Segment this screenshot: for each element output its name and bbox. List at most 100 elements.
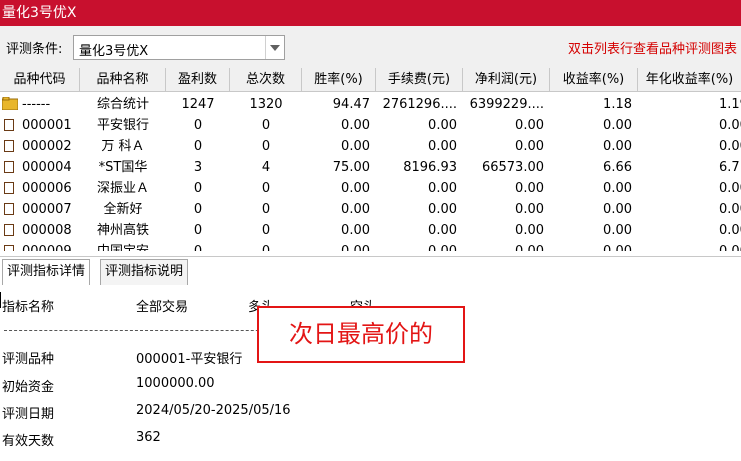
row-fee: 0.00 <box>428 202 457 217</box>
row-name: 平安银行 <box>96 118 149 133</box>
row-total: 0 <box>261 223 271 238</box>
row-name: 深振业Ａ <box>96 181 149 196</box>
row-return: 0.00 <box>603 139 632 154</box>
row-code: 000007 <box>22 202 72 217</box>
row-name: 综合统计 <box>96 97 149 112</box>
row-code: 000006 <box>22 181 72 196</box>
row-winrate: 75.00 <box>332 160 370 175</box>
row-total: 1320 <box>249 97 283 112</box>
tab-indicator-explanation[interactable]: 评测指标说明 <box>100 259 189 285</box>
row-fee: 0.00 <box>428 118 457 133</box>
row-net: 6399229.... <box>469 97 544 112</box>
detail-col-all-trades: 全部交易 <box>136 300 189 315</box>
row-total: 0 <box>261 181 271 196</box>
row-total: 0 <box>230 241 302 251</box>
header-profit-count[interactable]: 盈利数 <box>166 68 230 91</box>
row-return: 0.00 <box>603 223 632 238</box>
row-profit: 0 <box>193 223 203 238</box>
row-annual: 0.00 <box>719 223 741 238</box>
document-icon <box>4 140 14 152</box>
results-table: 品种代码 品种名称 盈利数 总次数 胜率(%) 手续费(元) 净利润(元) 收益… <box>0 68 741 251</box>
detail-label: 有效天数 <box>2 434 55 449</box>
window-title: 量化3号优X <box>2 5 77 21</box>
row-net: 0.00 <box>515 139 544 154</box>
row-total: 0 <box>261 139 271 154</box>
detail-value: 2024/05/20-2025/05/16 <box>136 403 291 418</box>
table-row[interactable]: 000007 全新好 0 0 0.00 0.00 0.00 0.00 0.00 <box>0 199 741 220</box>
row-annual: 0.00 <box>719 202 741 217</box>
row-profit: 1247 <box>181 97 215 112</box>
document-icon <box>4 161 14 173</box>
row-winrate: 0.00 <box>341 223 370 238</box>
row-return: 0.00 <box>603 118 632 133</box>
document-icon <box>4 182 14 194</box>
row-net: 0.00 <box>515 118 544 133</box>
row-profit: 0 <box>193 181 203 196</box>
detail-value: 1000000.00 <box>136 376 215 391</box>
header-annual-return[interactable]: 年化收益率(%) <box>638 68 741 91</box>
dropdown-button[interactable] <box>265 36 284 59</box>
row-annual: 0.00 <box>719 241 741 251</box>
row-fee: 0.00 <box>376 241 463 251</box>
header-win-rate[interactable]: 胜率(%) <box>302 68 376 91</box>
detail-col-indicator: 指标名称 <box>2 300 55 315</box>
row-fee: 0.00 <box>428 181 457 196</box>
table-row-summary[interactable]: ------ 综合统计 1247 1320 94.47 2761296.... … <box>0 94 741 115</box>
condition-select[interactable]: 量化3号优X <box>73 35 285 60</box>
row-name: 全新好 <box>103 202 143 217</box>
row-net: 0.00 <box>515 181 544 196</box>
text-cursor <box>0 292 1 308</box>
folder-icon <box>2 97 18 110</box>
table-row[interactable]: 000002 万 科Ａ 0 0 0.00 0.00 0.00 0.00 0.00 <box>0 136 741 157</box>
row-name: *ST国华 <box>98 160 148 175</box>
row-net: 66573.00 <box>481 160 544 175</box>
row-code: 000008 <box>22 223 72 238</box>
row-profit: 0 <box>193 202 203 217</box>
row-return: 6.66 <box>603 160 632 175</box>
tab-indicator-details[interactable]: 评测指标详情 <box>2 259 91 285</box>
divider <box>4 330 284 331</box>
header-code[interactable]: 品种代码 <box>0 68 80 91</box>
table-row[interactable]: 000004 *ST国华 3 4 75.00 8196.93 66573.00 … <box>0 157 741 178</box>
row-name: 万 科Ａ <box>101 139 145 154</box>
detail-label: 评测品种 <box>2 352 55 367</box>
header-return-rate[interactable]: 收益率(%) <box>550 68 638 91</box>
row-profit: 0 <box>193 139 203 154</box>
row-total: 0 <box>261 118 271 133</box>
detail-value: 000001-平安银行 <box>136 352 243 367</box>
condition-bar: 评测条件: 量化3号优X 双击列表行查看品种评测图表 <box>0 26 741 68</box>
window-title-bar: 量化3号优X <box>0 0 741 26</box>
hint-text: 双击列表行查看品种评测图表 <box>568 42 738 57</box>
detail-label: 初始资金 <box>2 380 55 395</box>
row-name: 神州高铁 <box>96 223 149 238</box>
annotation-text: 次日最高价的 <box>289 320 433 348</box>
document-icon <box>4 119 14 131</box>
table-row[interactable]: 000006 深振业Ａ 0 0 0.00 0.00 0.00 0.00 0.00 <box>0 178 741 199</box>
document-icon <box>4 224 14 236</box>
row-code: 000002 <box>22 139 72 154</box>
condition-select-value: 量化3号优X <box>79 44 149 59</box>
row-annual: 0.00 <box>719 118 741 133</box>
table-row[interactable]: 000009 中国宝安 0 0 0.00 0.00 0.00 0.00 0.00 <box>0 241 741 251</box>
row-net: 0.00 <box>463 241 550 251</box>
row-fee: 0.00 <box>428 139 457 154</box>
annotation-box: 次日最高价的 <box>257 306 465 363</box>
header-net-profit[interactable]: 净利润(元) <box>463 68 550 91</box>
row-return: 0.00 <box>603 181 632 196</box>
row-annual: 0.00 <box>719 181 741 196</box>
table-row[interactable]: 000008 神州高铁 0 0 0.00 0.00 0.00 0.00 0.00 <box>0 220 741 241</box>
row-winrate: 0.00 <box>341 139 370 154</box>
row-fee: 8196.93 <box>403 160 457 175</box>
document-icon <box>4 245 14 251</box>
header-name[interactable]: 品种名称 <box>80 68 166 91</box>
row-annual: 1.19 <box>719 97 741 112</box>
row-fee: 0.00 <box>428 223 457 238</box>
row-total: 4 <box>261 160 271 175</box>
header-fee[interactable]: 手续费(元) <box>376 68 463 91</box>
chevron-down-icon <box>270 45 280 51</box>
table-row[interactable]: 000001 平安银行 0 0 0.00 0.00 0.00 0.00 0.00 <box>0 115 741 136</box>
row-net: 0.00 <box>515 223 544 238</box>
header-total-count[interactable]: 总次数 <box>230 68 302 91</box>
row-winrate: 0.00 <box>341 118 370 133</box>
condition-label: 评测条件: <box>6 42 63 57</box>
